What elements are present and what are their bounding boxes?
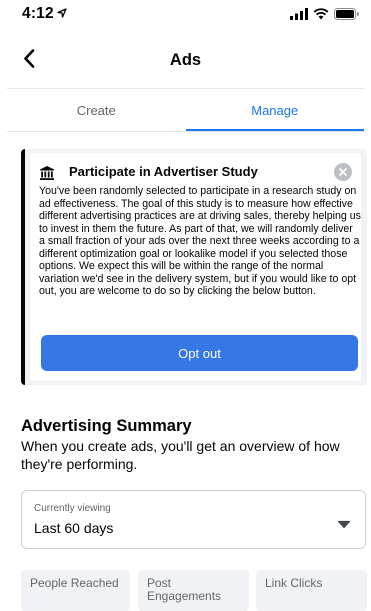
battery-icon bbox=[334, 7, 359, 25]
caret-down-icon bbox=[337, 516, 351, 529]
status-bar: 4:12 bbox=[0, 0, 371, 32]
location-arrow-icon bbox=[57, 5, 67, 23]
bank-building-icon bbox=[39, 165, 55, 181]
select-label: Currently viewing bbox=[34, 503, 111, 514]
select-value: Last 60 days bbox=[34, 520, 114, 536]
status-time: 4:12 bbox=[22, 5, 67, 23]
tab-bar: Create Manage bbox=[7, 89, 364, 131]
status-icons bbox=[290, 7, 359, 25]
study-description: You've been randomly selected to partici… bbox=[39, 185, 361, 297]
metric-people-reached[interactable]: People Reached bbox=[21, 570, 130, 611]
summary-description: When you create ads, you'll get an overv… bbox=[21, 438, 340, 472]
metrics-row: People Reached Post Engagements Link Cli… bbox=[21, 570, 367, 611]
advertiser-study-content: Participate in Advertiser Study You've b… bbox=[30, 153, 361, 381]
tab-create[interactable]: Create bbox=[7, 89, 186, 131]
tab-manage[interactable]: Manage bbox=[185, 89, 365, 131]
metric-link-clicks[interactable]: Link Clicks bbox=[256, 570, 367, 611]
divider bbox=[7, 131, 364, 132]
close-button[interactable] bbox=[334, 163, 352, 181]
date-range-select[interactable]: Currently viewing Last 60 days bbox=[21, 490, 366, 549]
study-title: Participate in Advertiser Study bbox=[69, 164, 258, 179]
page-title: Ads bbox=[169, 51, 202, 69]
wifi-icon bbox=[313, 7, 329, 25]
close-icon bbox=[339, 163, 347, 181]
advertiser-study-card: Participate in Advertiser Study You've b… bbox=[21, 149, 367, 385]
nav-bar: Ads bbox=[0, 42, 371, 82]
metric-post-engagements[interactable]: Post Engagements bbox=[138, 570, 249, 611]
opt-out-button[interactable]: Opt out bbox=[41, 335, 358, 371]
signal-icon bbox=[290, 7, 308, 25]
summary-title: Advertising Summary bbox=[21, 417, 192, 435]
